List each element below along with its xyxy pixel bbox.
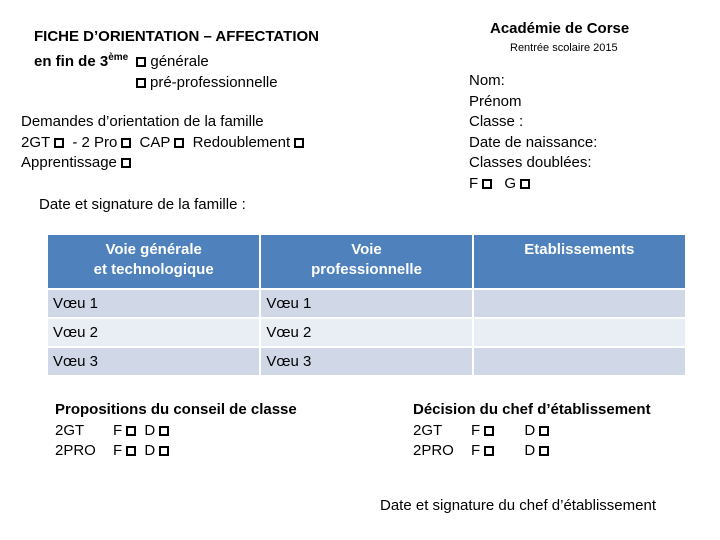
naissance-field[interactable]: Date de naissance:	[469, 133, 597, 154]
form-title-line1: FICHE D’ORIENTATION – AFFECTATION	[34, 28, 319, 45]
option-g-label: G	[504, 174, 517, 192]
checkbox-prop-2gt-d[interactable]	[159, 425, 170, 436]
header-etablissements: Etablissements	[472, 235, 685, 289]
propositions-title: Propositions du conseil de classe	[55, 401, 297, 418]
option-generale-label: générale	[150, 53, 209, 70]
checkbox-prop-2pro-f[interactable]	[126, 446, 137, 456]
checkbox-prop-2pro-d[interactable]	[159, 446, 170, 456]
cell-voie-professionnelle[interactable]: Vœu 3	[260, 346, 474, 375]
decision-chef: Décision du chef d’établissement 2GT F D …	[413, 400, 651, 462]
voeux-table: Voie générale et technologique Voie profes…	[48, 235, 685, 375]
option-2pro-label: - 2 Pro	[72, 133, 118, 151]
table-row: Vœu 1 Vœu 1	[48, 288, 685, 318]
decision-title: Décision du chef d’établissement	[413, 401, 651, 418]
form-title: FICHE D’ORIENTATION – AFFECTATION en fin…	[34, 26, 319, 93]
checkbox-2pro[interactable]	[121, 137, 132, 148]
cell-voie-professionnelle[interactable]: Vœu 1	[260, 288, 474, 318]
checkbox-apprentissage[interactable]	[120, 158, 131, 168]
checkbox-dec-2gt-d[interactable]	[539, 425, 550, 436]
decision-row-2pro: 2PRO F D	[413, 441, 651, 462]
decision-row-2gt: 2GT F D	[413, 421, 651, 442]
rentree-scolaire: Rentrée scolaire 2015	[510, 42, 618, 54]
signature-chef[interactable]: Date et signature du chef d’établissemen…	[380, 497, 656, 514]
cell-voie-generale[interactable]: Vœu 2	[48, 317, 262, 347]
classes-doublees-label: Classes doublées:	[469, 154, 592, 171]
option-apprentissage-label: Apprentissage	[21, 154, 117, 171]
demandes-options-row1: 2GT - 2 Pro CAP Redoublement	[21, 133, 308, 154]
checkbox-preprofessionnelle[interactable]	[136, 78, 146, 88]
demandes-famille: Demandes d’orientation de la famille 2GT…	[21, 112, 308, 174]
checkbox-doublee-g[interactable]	[520, 178, 531, 189]
form-title-line3: pré-professionnelle	[34, 72, 319, 93]
classe-field[interactable]: Classe :	[469, 112, 597, 133]
table-row: Vœu 3 Vœu 3	[48, 346, 685, 375]
option-2gt-label: 2GT	[21, 133, 51, 151]
cell-voie-generale[interactable]: Vœu 3	[48, 346, 262, 375]
prenom-field[interactable]: Prénom	[469, 92, 597, 113]
option-f-label: F	[469, 174, 479, 192]
demandes-options-row2: Apprentissage	[21, 153, 308, 174]
cell-voie-professionnelle[interactable]: Vœu 2	[260, 317, 474, 347]
propositions-row-2pro: 2PRO F D	[55, 441, 297, 462]
checkbox-doublee-f[interactable]	[482, 178, 493, 189]
checkbox-dec-2gt-f[interactable]	[484, 425, 495, 436]
cell-etablissement[interactable]	[472, 288, 685, 318]
checkbox-dec-2pro-f[interactable]	[484, 446, 495, 456]
form-title-line2: en fin de 3ème générale	[34, 52, 209, 70]
propositions-row-2gt: 2GT F D	[55, 421, 297, 442]
table-header-row: Voie générale et technologique Voie profes…	[48, 235, 685, 289]
student-info: Nom: Prénom Classe : Date de naissance: …	[469, 71, 597, 194]
checkbox-prop-2gt-f[interactable]	[126, 425, 137, 436]
signature-famille[interactable]: Date et signature de la famille :	[39, 196, 246, 213]
option-cap-label: CAP	[139, 133, 171, 151]
checkbox-redoublement[interactable]	[294, 137, 305, 148]
cell-etablissement[interactable]	[472, 317, 685, 347]
nom-field[interactable]: Nom:	[469, 71, 597, 92]
checkbox-generale[interactable]	[136, 57, 147, 67]
checkbox-dec-2pro-d[interactable]	[539, 446, 550, 456]
checkbox-cap[interactable]	[174, 137, 185, 148]
doublees-options: F G	[469, 174, 597, 195]
header-voie-professionnelle: Voie professionnelle	[260, 235, 474, 289]
table-row: Vœu 2 Vœu 2	[48, 317, 685, 347]
propositions-conseil: Propositions du conseil de classe 2GT F D…	[55, 400, 297, 462]
option-redoublement-label: Redoublement	[192, 133, 291, 151]
cell-voie-generale[interactable]: Vœu 1	[48, 288, 262, 318]
header-voie-generale: Voie générale et technologique	[48, 235, 262, 289]
academie-name: Académie de Corse	[490, 20, 630, 37]
checkbox-2gt[interactable]	[54, 137, 65, 148]
option-preprof-label: pré-professionnelle	[150, 74, 278, 91]
cell-etablissement[interactable]	[472, 346, 685, 375]
demandes-title: Demandes d’orientation de la famille	[21, 113, 264, 130]
